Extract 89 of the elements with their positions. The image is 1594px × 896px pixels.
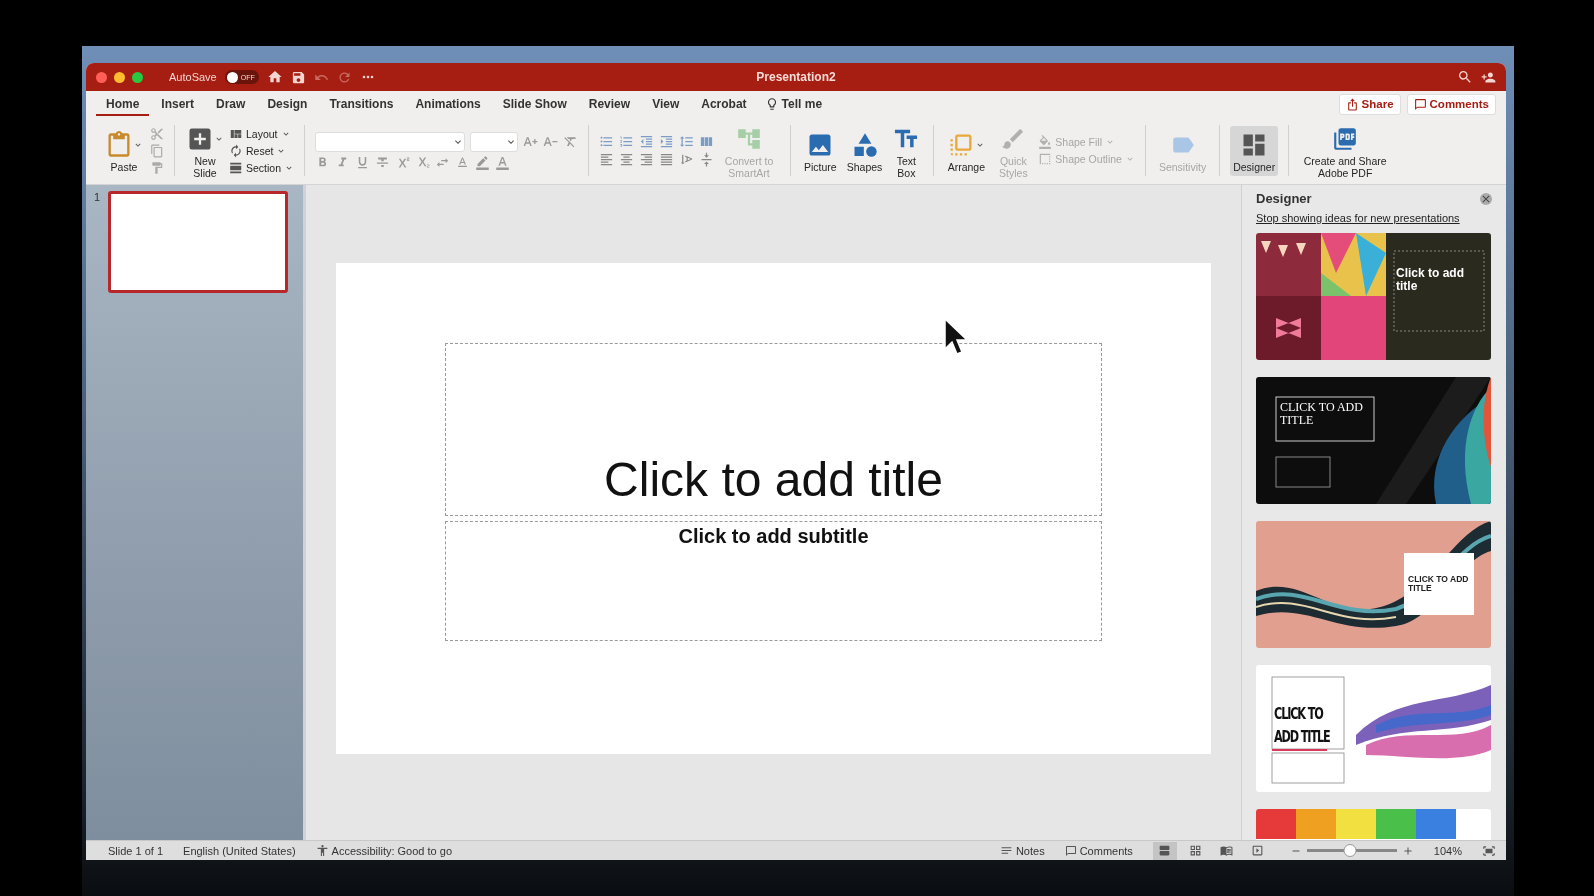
grow-font-icon[interactable] [523, 134, 539, 149]
normal-view-button[interactable] [1152, 841, 1177, 860]
pane-title: Designer [1256, 191, 1312, 206]
reading-view-icon [1220, 844, 1234, 857]
design-title: CLICK TO ADD TITLE [1408, 575, 1470, 593]
share-button[interactable]: Share [1338, 93, 1401, 115]
autosave-label: AutoSave [169, 71, 217, 83]
reset-icon [229, 143, 243, 158]
close-icon[interactable] [1480, 192, 1492, 205]
copy-icon[interactable] [150, 143, 164, 158]
font-name-field[interactable] [315, 131, 466, 152]
new-slide-button[interactable]: New Slide [185, 119, 225, 182]
design-preview[interactable] [1256, 377, 1491, 504]
clear-formatting-icon[interactable] [563, 134, 579, 149]
design-preview[interactable] [1256, 233, 1491, 360]
design-title: CLICK TO ADD TITLE [1274, 704, 1331, 748]
justify-icon[interactable] [659, 152, 675, 167]
accessibility-icon[interactable] [315, 844, 329, 857]
ribbon-tab[interactable]: Review [578, 92, 641, 116]
stop-ideas-link[interactable]: Stop showing ideas for new presentations [1256, 212, 1492, 224]
ribbon-tab[interactable]: Transitions [319, 92, 404, 116]
arrange-button[interactable]: Arrange [944, 125, 989, 176]
designer-button[interactable]: Designer [1230, 125, 1279, 176]
align-text-icon[interactable] [699, 152, 715, 167]
ribbon-tab[interactable]: Animations [405, 92, 491, 116]
window-title: Presentation2 [756, 70, 836, 84]
comments-button[interactable]: Comments [1406, 93, 1496, 115]
ribbon-tab[interactable]: Insert [151, 92, 205, 116]
close-light[interactable] [96, 71, 107, 83]
pdf-icon [1332, 125, 1359, 152]
paste-button[interactable]: Paste [102, 125, 146, 176]
section-icon [229, 160, 243, 175]
slide-sorter-icon [1189, 844, 1203, 857]
notes-icon [999, 844, 1013, 857]
format-painter-icon[interactable] [150, 160, 164, 175]
ribbon-tab[interactable]: Home [96, 92, 150, 116]
numbering-icon[interactable] [619, 134, 635, 149]
shapes-button[interactable]: Shapes [843, 125, 886, 176]
columns-icon[interactable] [699, 134, 715, 149]
slide-menu-button[interactable]: Section [229, 160, 295, 175]
slide-number: 1 [94, 191, 101, 205]
slide-count: Slide 1 of 1 [108, 844, 164, 857]
picture-button[interactable]: Picture [801, 125, 840, 176]
slide-show-icon [1251, 844, 1265, 857]
align-left-icon[interactable] [599, 152, 615, 167]
zoom-slider-thumb[interactable] [1343, 844, 1357, 857]
normal-view-icon [1158, 844, 1172, 857]
align-center-icon[interactable] [619, 152, 635, 167]
zoom-level[interactable]: 104% [1433, 844, 1462, 857]
slide-menu-button[interactable]: Layout [229, 126, 295, 141]
ribbon-tab[interactable]: Slide Show [492, 92, 577, 116]
share-icon [1345, 97, 1359, 111]
search-icon[interactable] [1457, 69, 1473, 85]
font-size-field[interactable] [470, 131, 519, 152]
speech-bubble-icon [1064, 844, 1077, 857]
home-icon[interactable] [266, 69, 283, 85]
design-title: Click to add title [1396, 267, 1465, 293]
notes-button[interactable]: Notes [999, 844, 1045, 857]
slide-menu-button[interactable]: Reset [229, 143, 295, 158]
bullets-icon[interactable] [599, 134, 615, 149]
text-direction-icon[interactable] [679, 152, 695, 167]
language[interactable]: English (United States) [183, 844, 296, 857]
design-title: CLICK TO ADD TITLE [1280, 401, 1364, 427]
decrease-indent-icon[interactable] [639, 134, 655, 149]
zoom-light[interactable] [132, 71, 143, 83]
paint-bucket-icon [1038, 135, 1053, 149]
font-color-icon[interactable] [495, 154, 511, 170]
highlighter-icon[interactable] [475, 154, 491, 170]
align-right-icon[interactable] [639, 152, 655, 167]
accessibility-status[interactable]: Accessibility: Good to go [331, 844, 452, 857]
speech-bubble-icon [1413, 97, 1427, 111]
slide-thumbnail[interactable] [108, 191, 289, 293]
line-spacing-icon[interactable] [679, 134, 695, 149]
shrink-font-icon[interactable] [543, 134, 559, 149]
ribbon-tab[interactable]: Draw [206, 92, 256, 116]
save-icon[interactable] [290, 69, 306, 85]
subtitle-placeholder[interactable]: Click to add subtitle [445, 521, 1102, 641]
ribbon-tab[interactable]: View [642, 92, 690, 116]
comments-status-button[interactable]: Comments [1064, 844, 1133, 857]
fit-slide-icon[interactable] [1482, 843, 1496, 858]
ribbon-tab[interactable]: Design [257, 92, 318, 116]
increase-indent-icon[interactable] [659, 134, 675, 149]
adobe-pdf-button[interactable]: Create and Share Adobe PDF [1299, 119, 1392, 182]
text-box-button[interactable]: Text Box [889, 119, 924, 182]
design-preview[interactable] [1256, 521, 1491, 648]
tell-me-search[interactable]: Tell me [764, 97, 823, 111]
cut-icon[interactable] [150, 126, 164, 141]
minimize-light[interactable] [114, 71, 125, 83]
ribbon-tab[interactable]: Acrobat [691, 92, 757, 116]
